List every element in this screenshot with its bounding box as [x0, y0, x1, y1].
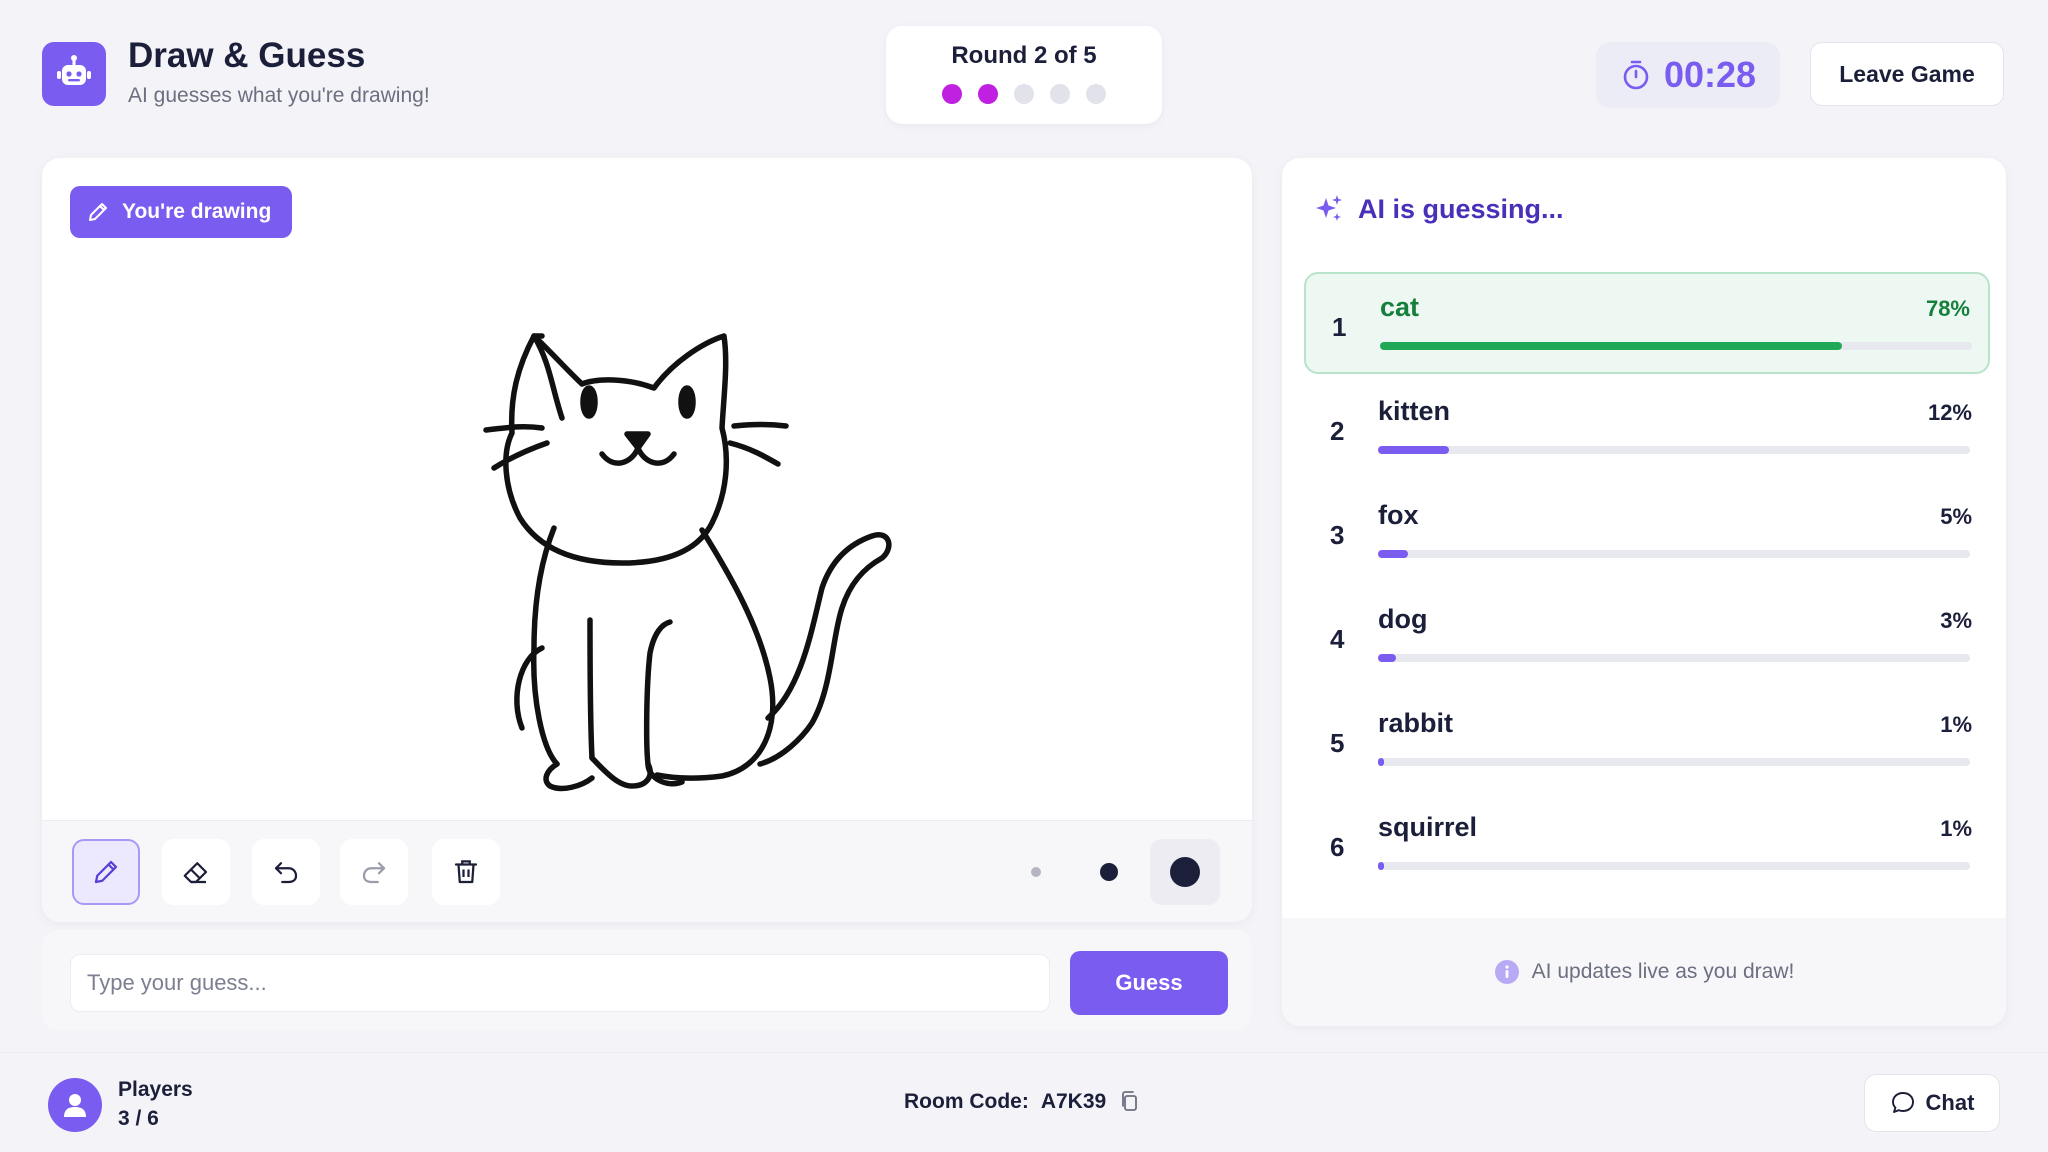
ai-guess-row: 4 dog 3%	[1304, 586, 1990, 688]
guess-word: fox	[1378, 500, 1419, 530]
players-label: Players	[118, 1078, 193, 1101]
timer: 00:28	[1596, 42, 1780, 108]
chat-button[interactable]: Chat	[1864, 1074, 2000, 1132]
room-code-label: Room Code:	[904, 1090, 1029, 1113]
app-title: Draw & Guess	[128, 36, 366, 75]
eraser-tool-button[interactable]	[162, 839, 230, 905]
confidence-track	[1378, 446, 1970, 454]
guess-word: cat	[1380, 292, 1420, 322]
guess-percent: 3%	[1940, 608, 1972, 633]
ai-guess-row: 2 kitten 12%	[1304, 378, 1990, 480]
round-dot	[942, 84, 962, 104]
ai-guess-row: 6 squirrel 1%	[1304, 794, 1990, 896]
brush-size-medium[interactable]	[1100, 863, 1118, 881]
round-label: Round 2 of 5	[951, 42, 1097, 69]
eraser-icon	[183, 862, 208, 884]
confidence-track	[1378, 550, 1970, 558]
players-count: 3 / 6	[118, 1107, 159, 1130]
undo-button[interactable]	[252, 839, 320, 905]
guess-word: rabbit	[1378, 708, 1454, 738]
room-code: Room Code: A7K39	[904, 1090, 1142, 1114]
guess-word: squirrel	[1378, 812, 1478, 842]
confidence-track	[1380, 342, 1972, 350]
app-subtitle: AI guesses what you're drawing!	[128, 84, 430, 107]
confidence-bar	[1378, 550, 1408, 558]
drawing-badge-label: You're drawing	[122, 200, 272, 223]
stopwatch-icon	[1623, 60, 1649, 90]
pencil-tool-button[interactable]	[72, 839, 140, 905]
drawing-toolbar	[42, 820, 1252, 922]
brush-size-small[interactable]	[1031, 867, 1041, 877]
guess-percent: 78%	[1925, 296, 1970, 321]
confidence-bar	[1378, 654, 1396, 662]
ai-guess-row: 1 cat 78%	[1304, 272, 1990, 374]
guess-percent: 1%	[1940, 816, 1972, 841]
ai-guess-row: 3 fox 5%	[1304, 482, 1990, 584]
guess-rank: 4	[1330, 624, 1345, 654]
cat-sketch	[483, 333, 892, 792]
round-indicator: Round 2 of 5	[886, 26, 1162, 124]
redo-icon	[362, 862, 386, 884]
chat-bubble-icon	[1891, 1092, 1914, 1113]
guess-rank: 2	[1330, 416, 1345, 446]
guess-word: dog	[1378, 604, 1428, 634]
round-progress-dots	[886, 84, 1162, 104]
round-dot	[1014, 84, 1034, 104]
guess-percent: 12%	[1927, 400, 1972, 425]
brush-size-large[interactable]	[1150, 839, 1220, 905]
chat-button-label: Chat	[1925, 1090, 1975, 1115]
guess-percent: 1%	[1940, 712, 1972, 737]
guess-rank: 6	[1330, 832, 1345, 862]
avatar	[48, 1078, 102, 1132]
confidence-track	[1378, 862, 1970, 870]
undo-icon	[274, 862, 298, 884]
info-icon	[1494, 960, 1519, 984]
sparkles-icon	[1316, 195, 1342, 221]
robot-icon	[57, 55, 91, 85]
ai-guess-row: 5 rabbit 1%	[1304, 690, 1990, 792]
brush-size-large-dot	[1170, 857, 1200, 887]
app-logo	[42, 42, 106, 106]
room-code-value: A7K39	[1040, 1090, 1107, 1113]
ai-panel-title: AI is guessing...	[1358, 194, 1564, 224]
round-dot	[1050, 84, 1070, 104]
guess-word: kitten	[1378, 396, 1451, 426]
copy-icon[interactable]	[1118, 1090, 1142, 1114]
guess-rank: 1	[1332, 312, 1347, 342]
pencil-icon	[94, 860, 118, 884]
drawing-canvas[interactable]	[42, 158, 1252, 922]
clear-canvas-button[interactable]	[432, 839, 500, 905]
confidence-bar	[1378, 446, 1450, 454]
ai-panel-footer: AI updates live as you draw!	[1282, 918, 2006, 1026]
confidence-bar	[1378, 758, 1384, 766]
user-icon	[64, 1094, 86, 1117]
confidence-bar	[1380, 342, 1842, 350]
drawing-status-badge: You're drawing	[70, 186, 292, 238]
round-dot	[1086, 84, 1106, 104]
round-dot	[978, 84, 998, 104]
confidence-bar	[1378, 862, 1384, 870]
timer-value: 00:28	[1663, 54, 1757, 95]
guess-rank: 3	[1330, 520, 1345, 550]
confidence-track	[1378, 758, 1970, 766]
ai-footer-text: AI updates live as you draw!	[1531, 960, 1795, 983]
confidence-track	[1378, 654, 1970, 662]
trash-icon	[454, 860, 478, 884]
guess-rank: 5	[1330, 728, 1345, 758]
redo-button[interactable]	[340, 839, 408, 905]
guess-button[interactable]: Guess	[1070, 951, 1228, 1015]
pencil-icon	[89, 203, 107, 221]
guess-percent: 5%	[1940, 504, 1972, 529]
leave-game-button[interactable]: Leave Game	[1810, 42, 2004, 106]
guess-input[interactable]	[70, 954, 1050, 1012]
